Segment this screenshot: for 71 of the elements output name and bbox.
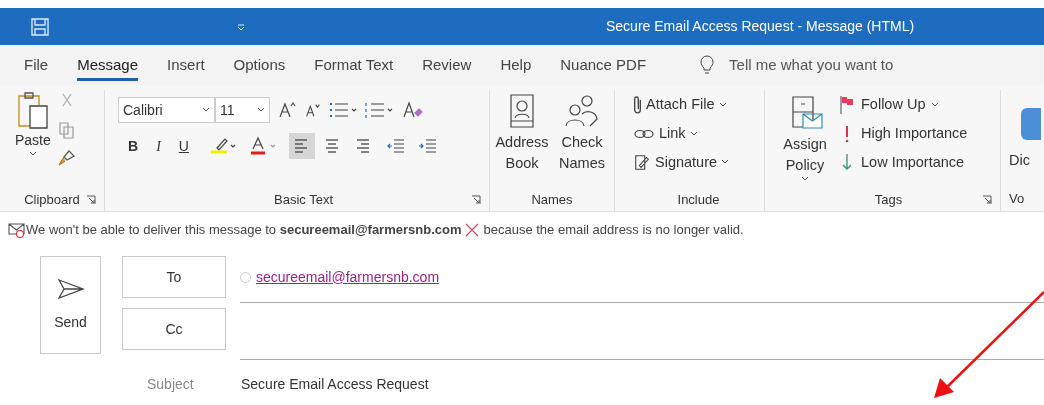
cc-button[interactable]: Cc	[122, 308, 226, 350]
subject-field[interactable]: Secure Email Access Request	[241, 374, 429, 395]
caret-icon	[721, 159, 730, 166]
quick-access-caret-icon[interactable]	[236, 22, 246, 31]
underline-button[interactable]: U	[178, 135, 189, 157]
ribbon-tab[interactable]: Options	[233, 49, 286, 81]
group-label: Clipboard	[24, 191, 80, 210]
ribbon-tab[interactable]: Message	[77, 49, 139, 81]
flag-icon	[839, 94, 855, 115]
ribbon-tab[interactable]: Review	[422, 49, 472, 81]
paste-button[interactable]: Paste	[15, 90, 51, 189]
italic-button[interactable]: I	[156, 135, 161, 157]
ribbon-tab[interactable]: Help	[500, 49, 532, 81]
group-label: Include	[677, 191, 720, 210]
recipient-link[interactable]: secureemail@farmersnb.com	[256, 266, 440, 288]
group-label: Names	[531, 191, 573, 210]
names-button[interactable]: Address Book	[494, 92, 550, 189]
group-label: Basic Text	[274, 191, 333, 210]
ribbon-tab[interactable]: Insert	[167, 49, 205, 81]
format-painter-icon	[56, 148, 77, 168]
send-icon	[56, 277, 85, 300]
include-button[interactable]: Link	[633, 122, 764, 145]
send-button[interactable]: Send	[40, 256, 101, 354]
caret-icon	[28, 151, 37, 157]
align-button[interactable]	[288, 133, 315, 159]
info-message: because the email address is no longer valid.	[483, 221, 744, 240]
group-label: Vo	[1009, 190, 1026, 208]
ribbon-tab[interactable]: File	[24, 49, 49, 81]
signature-icon	[633, 152, 651, 173]
group-label: Tags	[874, 191, 903, 210]
caret-icon	[801, 176, 809, 182]
caret-icon	[202, 107, 210, 113]
save-icon[interactable]	[30, 16, 50, 37]
to-button[interactable]: To	[122, 256, 226, 298]
grow-font-icon	[276, 100, 298, 120]
mail-warning-icon	[8, 222, 26, 238]
tell-me-field[interactable]: Tell me what you want to	[729, 53, 950, 77]
names-button[interactable]: Check Names	[554, 92, 610, 189]
bullets-icon	[328, 100, 358, 120]
window-title: Secure Email Access Request - Message (HTML)	[606, 17, 915, 36]
assign-policy-button[interactable]: Assign Policy	[777, 94, 833, 189]
dialog-launcher-icon[interactable]	[86, 195, 96, 205]
paperclip-icon	[633, 95, 642, 114]
font-name-field[interactable]: Calibri	[118, 97, 215, 123]
cross-icon	[464, 222, 481, 238]
caret-icon	[931, 101, 940, 108]
clear-formatting-icon	[400, 100, 424, 120]
caret-icon	[718, 101, 727, 108]
clipboard-icon	[15, 90, 50, 130]
tag-button[interactable]: Low Importance	[839, 151, 968, 174]
dialog-launcher-icon[interactable]	[982, 195, 992, 205]
ribbon-tab[interactable]: Nuance PDF	[560, 49, 647, 81]
copy-icon	[56, 120, 77, 140]
font-size-field[interactable]: 11	[215, 97, 270, 123]
tag-button[interactable]: Follow Up	[839, 94, 968, 116]
dictate-button[interactable]: Dic	[1009, 150, 1044, 172]
ribbon-tab[interactable]: Format Text	[314, 49, 394, 81]
bold-button[interactable]: B	[128, 135, 139, 157]
to-field[interactable]: secureemail@farmersnb.com	[240, 256, 1044, 303]
include-button[interactable]: Attach File	[633, 94, 764, 116]
microphone-icon	[1021, 108, 1041, 140]
subject-label: Subject	[147, 375, 195, 394]
caret-icon	[257, 107, 265, 113]
caret-icon	[689, 130, 698, 137]
lightbulb-icon	[699, 55, 716, 75]
dialog-launcher-icon[interactable]	[471, 195, 481, 205]
numbering-icon	[364, 100, 394, 120]
include-button[interactable]: Signature	[633, 151, 764, 174]
increase-indent-icon	[416, 136, 439, 156]
info-message: We won't be able to deliver this message to secureemail@farmersnb.com	[26, 221, 462, 240]
tag-button[interactable]: High Importance	[839, 122, 968, 145]
